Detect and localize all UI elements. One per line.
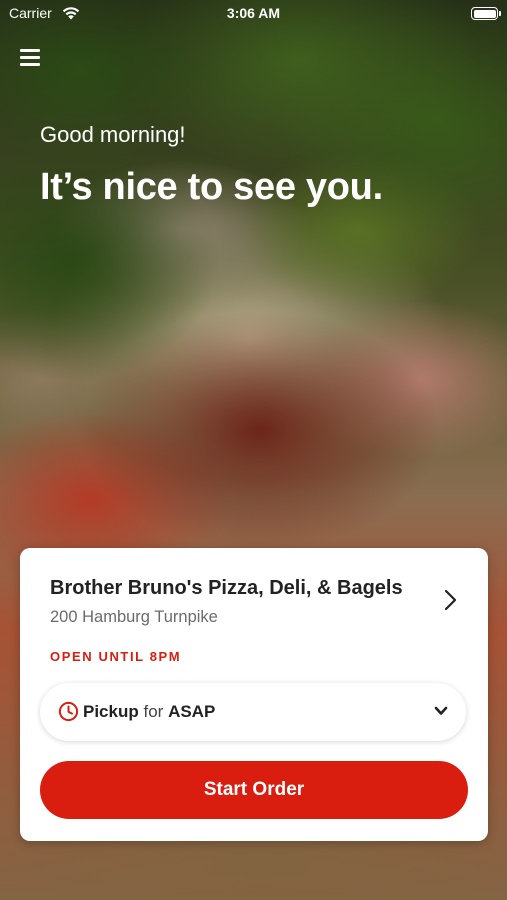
status-time: 3:06 AM xyxy=(226,5,281,21)
order-mode-connector: for xyxy=(143,702,164,721)
order-mode-value: Pickup xyxy=(83,702,139,721)
headline-text: It’s nice to see you. xyxy=(40,166,383,208)
open-status-badge: OPEN UNTIL 8PM xyxy=(50,649,182,664)
store-selector[interactable]: Brother Bruno's Pizza, Deli, & Bagels 20… xyxy=(20,548,488,638)
store-card: Brother Bruno's Pizza, Deli, & Bagels 20… xyxy=(20,548,488,841)
order-time-value: ASAP xyxy=(168,702,216,721)
chevron-down-icon xyxy=(434,706,448,715)
order-mode-dropdown[interactable]: Pickup for ASAP xyxy=(40,683,466,741)
store-address: 200 Hamburg Turnpike xyxy=(50,608,218,626)
hamburger-menu-icon[interactable] xyxy=(20,48,42,68)
start-order-button[interactable]: Start Order xyxy=(40,761,468,819)
greeting-text: Good morning! xyxy=(40,122,186,147)
chevron-right-icon xyxy=(444,589,457,611)
clock-icon xyxy=(58,701,79,722)
store-name: Brother Bruno's Pizza, Deli, & Bagels xyxy=(50,577,403,599)
battery-icon xyxy=(471,7,501,20)
order-mode-label: Pickup for ASAP xyxy=(83,702,215,722)
status-bar: Carrier 3:06 AM xyxy=(0,0,507,28)
